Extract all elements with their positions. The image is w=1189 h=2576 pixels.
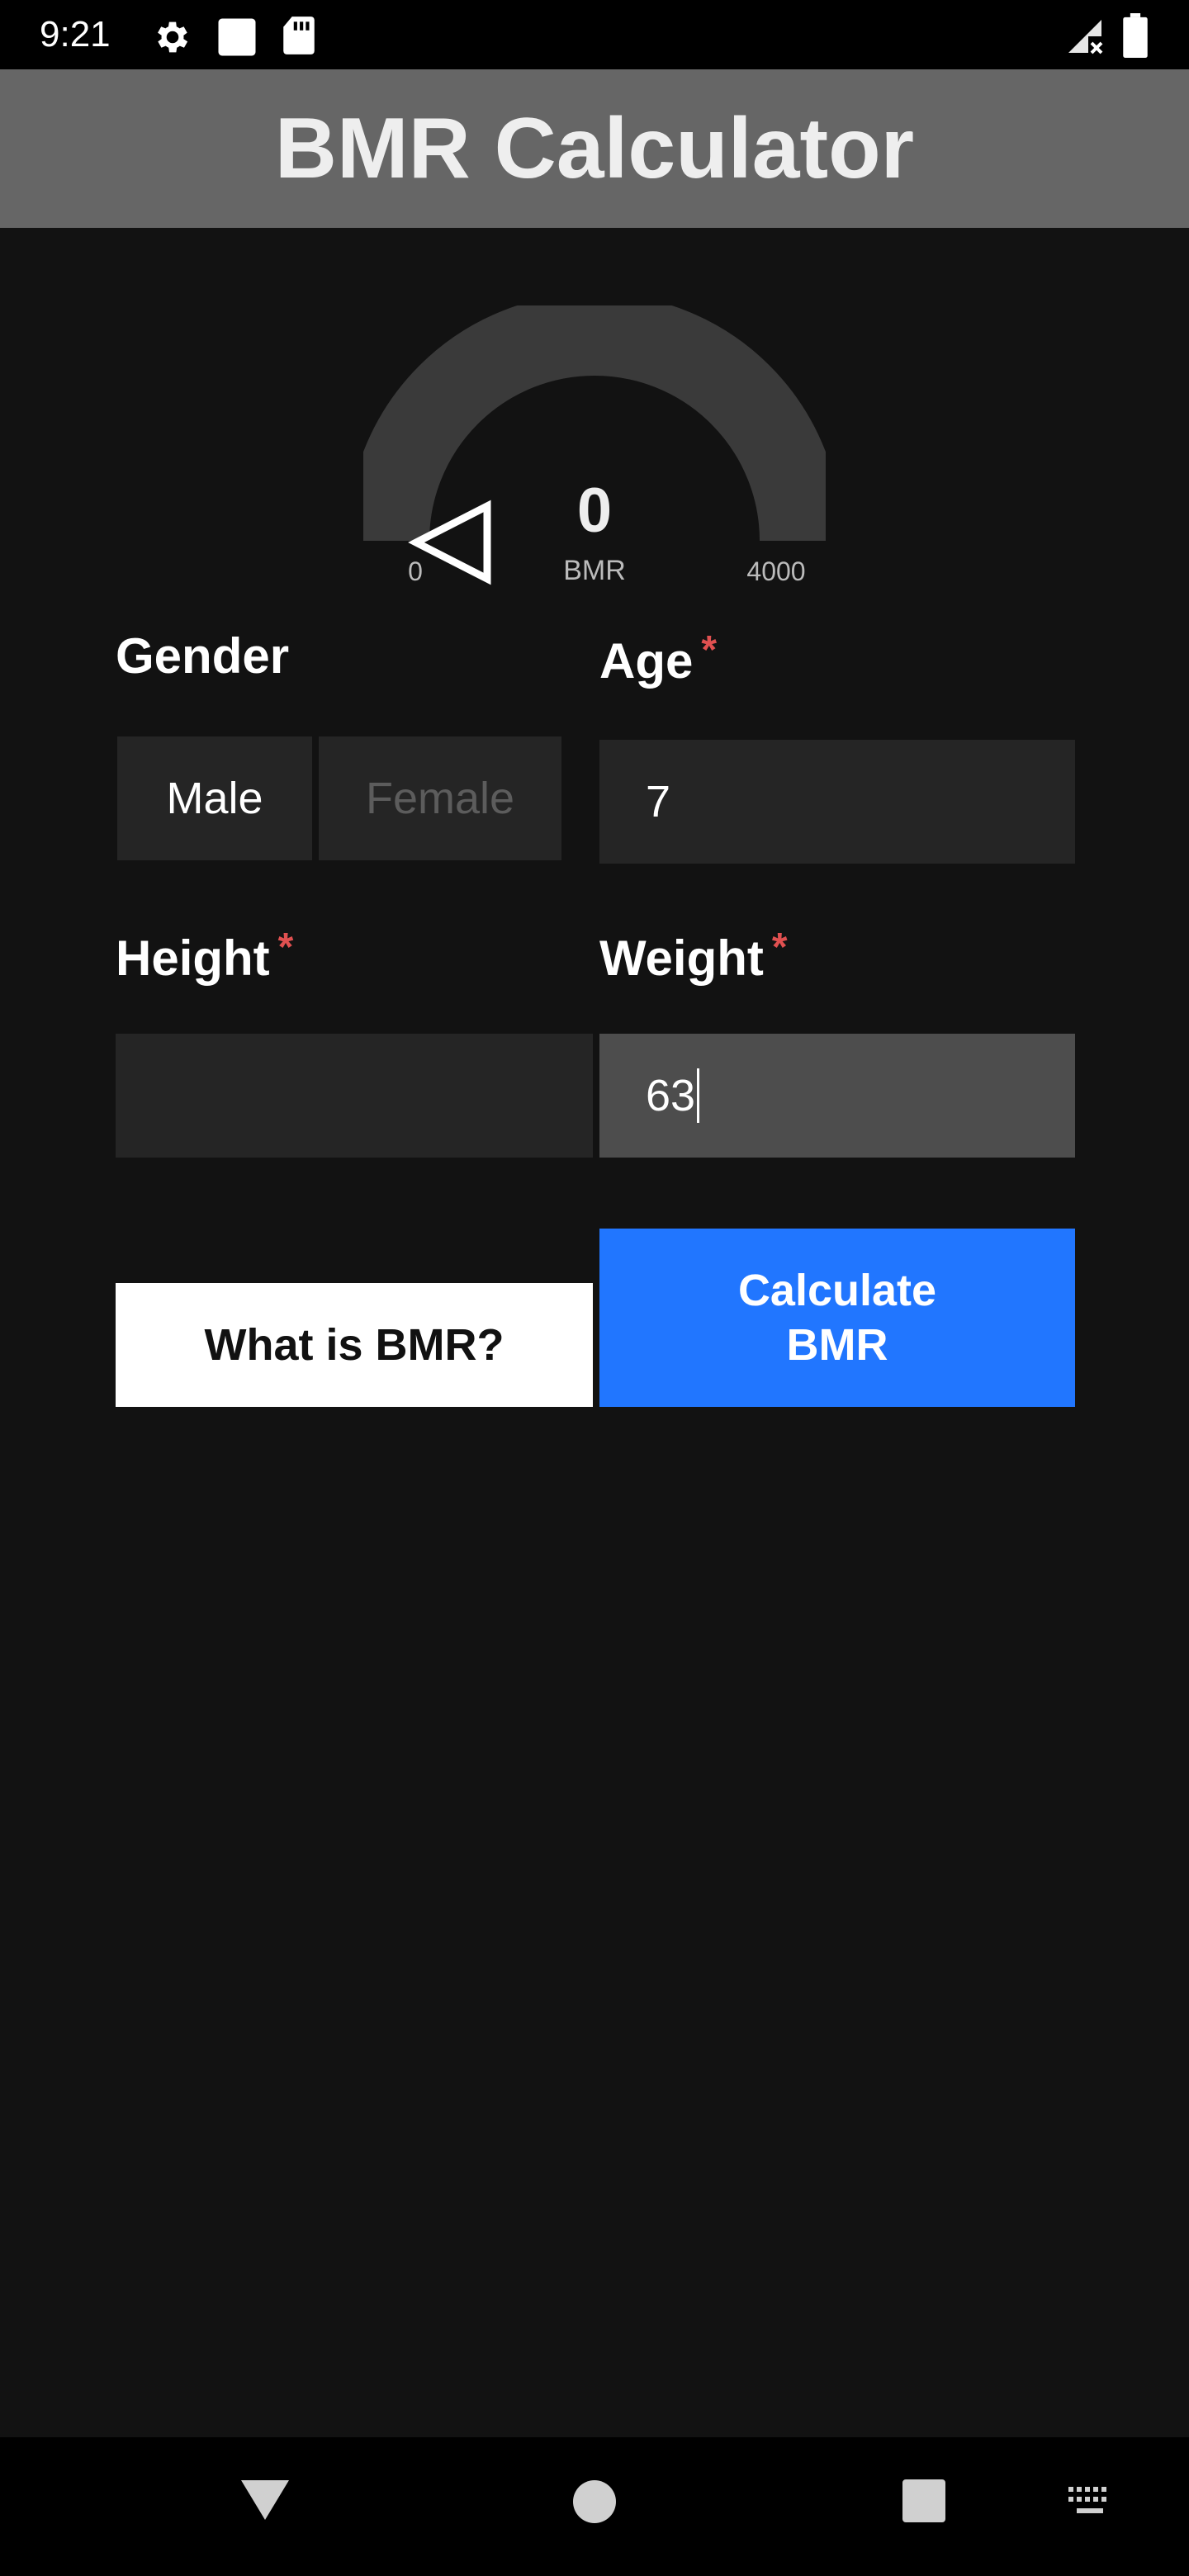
calculate-bmr-button[interactable]: Calculate BMR [599, 1229, 1075, 1407]
height-label-text: Height [116, 930, 270, 986]
what-is-bmr-label: What is BMR? [204, 1320, 504, 1370]
sd-card-icon [283, 17, 315, 54]
age-input[interactable]: 7 [599, 740, 1075, 864]
gauge-value: 0 [576, 476, 613, 546]
what-is-bmr-button[interactable]: What is BMR? [116, 1283, 593, 1407]
calculate-label-line1: Calculate [737, 1266, 937, 1315]
weight-label-text: Weight [599, 930, 764, 986]
home-icon[interactable] [571, 2479, 618, 2525]
gauge-max-label: 4000 [746, 556, 806, 586]
weight-label: Weight * [599, 926, 788, 987]
gender-option-male[interactable]: Male [117, 736, 312, 860]
battery-icon [1123, 13, 1148, 58]
age-label: Age * [599, 628, 717, 689]
status-bar: 9:21 [0, 0, 1189, 69]
calculate-label-line2: BMR [786, 1320, 888, 1370]
weight-input-value: 63 [646, 1071, 696, 1120]
height-input[interactable] [116, 1034, 593, 1158]
system-nav-bar [0, 2437, 1189, 2576]
gauge-min-label: 0 [408, 556, 423, 586]
signal-no-service-icon [1068, 20, 1103, 54]
age-required-mark: * [701, 628, 718, 672]
height-label: Height * [116, 926, 293, 987]
gender-option-female[interactable]: Female [319, 736, 561, 860]
gauge-unit: BMR [563, 555, 626, 586]
height-required-mark: * [277, 926, 294, 969]
square-icon [218, 18, 256, 56]
status-time: 9:21 [40, 14, 111, 54]
weight-required-mark: * [771, 926, 788, 969]
weight-input[interactable]: 63 [599, 1034, 1075, 1158]
gender-label: Gender [116, 627, 289, 684]
app-title: BMR Calculator [274, 100, 915, 197]
app-bar: BMR Calculator [0, 69, 1189, 228]
keyboard-icon[interactable] [1067, 2485, 1113, 2518]
age-input-value: 7 [646, 777, 671, 826]
gender-label-text: Gender [116, 628, 290, 684]
gear-icon [158, 21, 188, 53]
recents-icon[interactable] [902, 2479, 946, 2523]
back-icon[interactable] [239, 2477, 291, 2523]
age-label-text: Age [599, 633, 694, 689]
calculate-bmr-label: Calculate BMR [738, 1263, 936, 1372]
text-caret [697, 1068, 700, 1123]
